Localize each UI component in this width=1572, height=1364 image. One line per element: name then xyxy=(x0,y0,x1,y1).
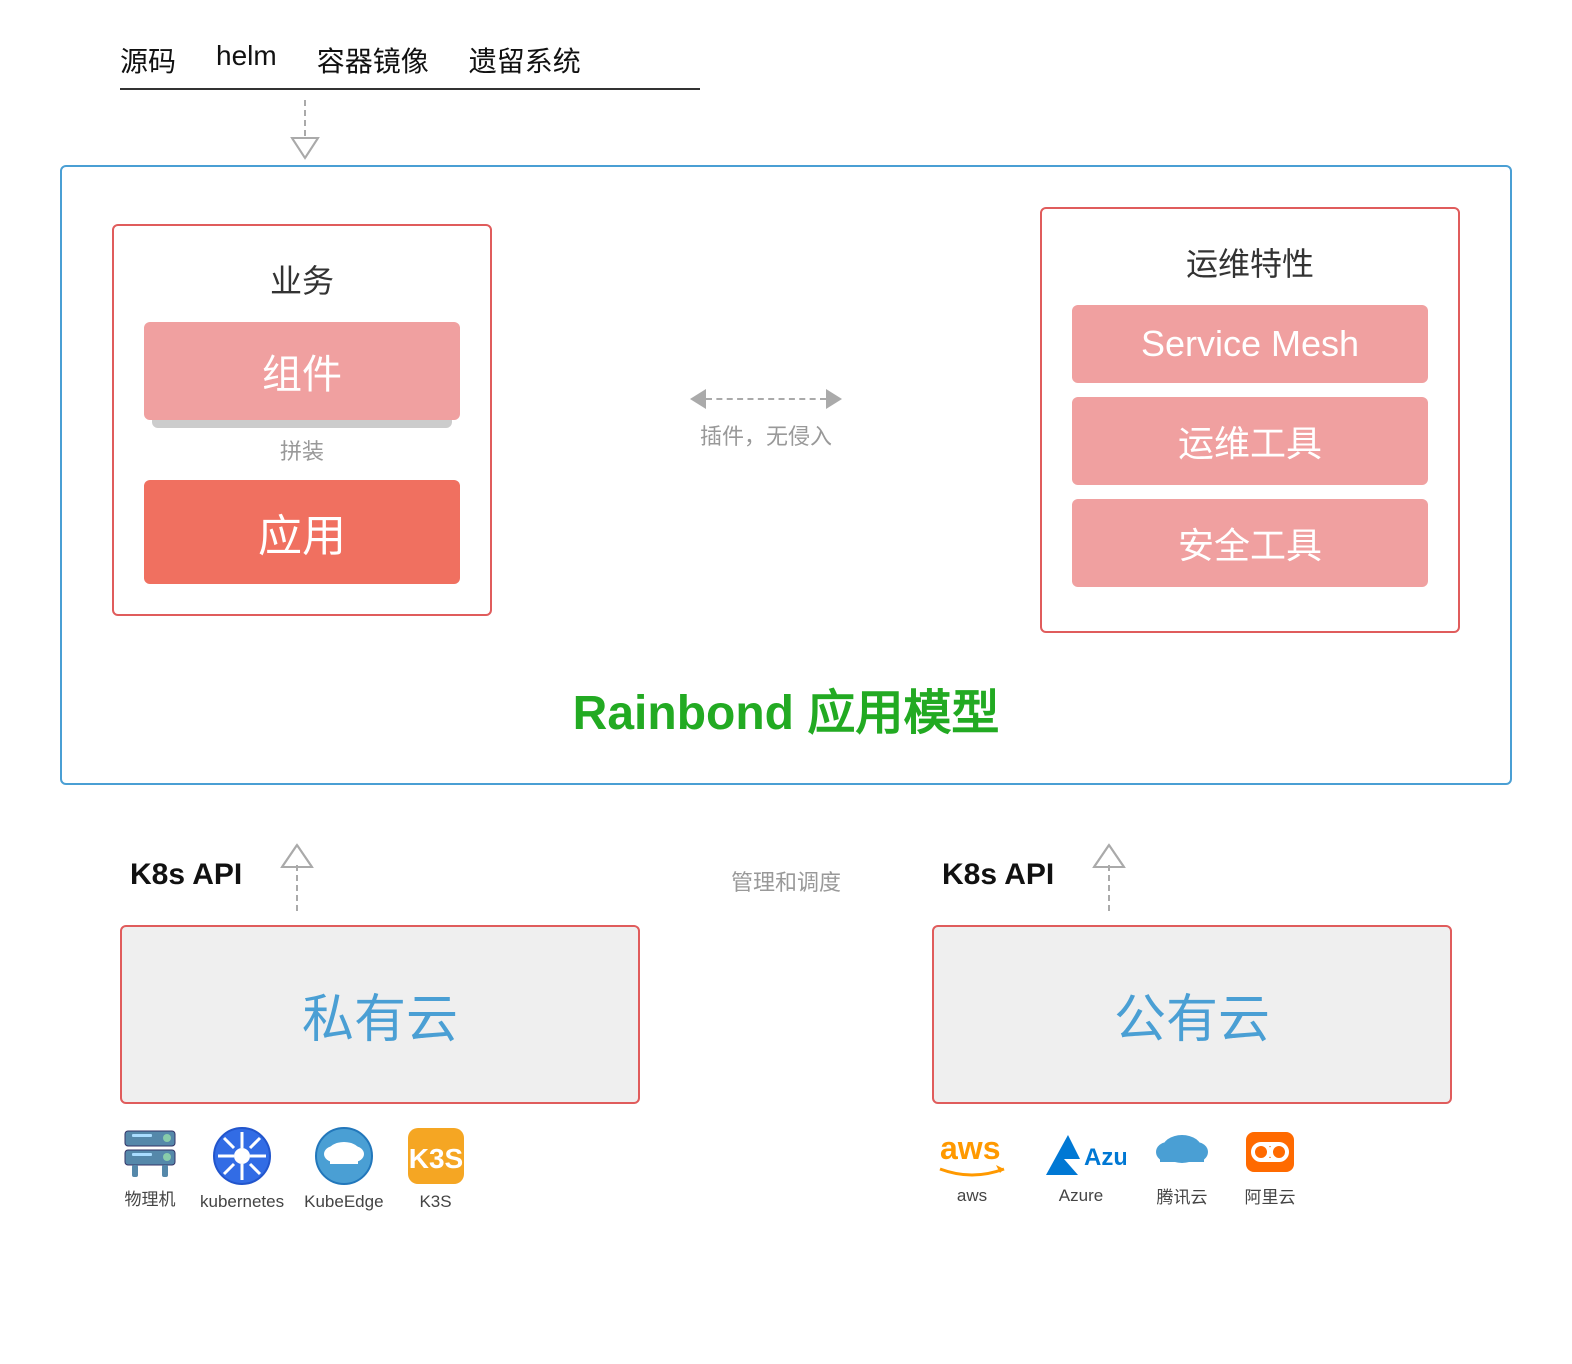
k8s-api-right-row: K8s API xyxy=(902,835,1482,915)
icon-aliyun: 阿里云 xyxy=(1238,1124,1302,1208)
k8s-api-right-label: K8s API xyxy=(942,858,1054,892)
public-cloud-icons: aws aws Azure Azure xyxy=(932,1124,1452,1208)
k8s-api-left-row: K8s API xyxy=(90,835,670,915)
private-cloud-label: 私有云 xyxy=(302,991,458,1049)
bottom-section: K8s API 私有云 xyxy=(60,835,1512,1212)
icon-aws: aws aws xyxy=(932,1127,1012,1206)
source-item-helm: helm xyxy=(216,40,277,80)
public-cloud-column: K8s API 公有云 aws aws xyxy=(902,835,1482,1208)
icon-k3s: K3S K3S xyxy=(404,1124,468,1212)
k8s-api-left-label: K8s API xyxy=(130,858,242,892)
rainbond-title-en: Rainbond xyxy=(573,687,794,740)
private-cloud-icons: 物理机 kubernetes xyxy=(120,1124,640,1212)
server-icon xyxy=(120,1126,180,1181)
aws-label: aws xyxy=(957,1186,987,1206)
icon-kubeedge: KubeEdge xyxy=(304,1124,383,1212)
dashed-up-arrow-left xyxy=(262,835,332,915)
azure-label: Azure xyxy=(1059,1186,1103,1206)
source-item-code: 源码 xyxy=(120,40,176,80)
azure-icon: Azure xyxy=(1036,1127,1126,1182)
rainbond-model-title: Rainbond 应用模型 xyxy=(112,673,1460,743)
private-cloud-column: K8s API 私有云 xyxy=(90,835,670,1212)
ops-security-tools: 安全工具 xyxy=(1072,499,1428,587)
server-label: 物理机 xyxy=(125,1185,176,1210)
ops-service-mesh: Service Mesh xyxy=(1072,305,1428,383)
private-cloud-box: 私有云 xyxy=(120,925,640,1104)
icon-tencent: 腾讯云 xyxy=(1150,1124,1214,1208)
business-title: 业务 xyxy=(144,256,460,302)
rainbond-inner-content: 业务 组件 拼装 应用 插件，无侵入 运维特性 Service Mesh 运维工… xyxy=(112,207,1460,633)
tencent-label: 腾讯云 xyxy=(1157,1183,1208,1208)
source-item-container: 容器镜像 xyxy=(317,40,429,80)
middle-arrow-area: 插件，无侵入 xyxy=(522,389,1010,451)
ops-title: 运维特性 xyxy=(1072,239,1428,285)
k3s-icon: K3S xyxy=(404,1124,468,1188)
icon-azure: Azure Azure xyxy=(1036,1127,1126,1206)
kubeedge-icon xyxy=(312,1124,376,1188)
tencent-icon xyxy=(1150,1124,1214,1179)
svg-text:Azure: Azure xyxy=(1084,1144,1126,1171)
rainbond-model-box: 业务 组件 拼装 应用 插件，无侵入 运维特性 Service Mesh 运维工… xyxy=(60,165,1512,785)
source-item-legacy: 遗留系统 xyxy=(469,40,581,80)
k3s-label: K3S xyxy=(419,1192,451,1212)
plugin-label: 插件，无侵入 xyxy=(700,419,832,451)
icon-kubernetes: kubernetes xyxy=(200,1124,284,1212)
icon-server: 物理机 xyxy=(120,1126,180,1210)
business-box: 业务 组件 拼装 应用 xyxy=(112,224,492,616)
ops-devops-tools: 运维工具 xyxy=(1072,397,1428,485)
app-block: 应用 xyxy=(144,480,460,584)
kubernetes-icon xyxy=(210,1124,274,1188)
aliyun-icon xyxy=(1238,1124,1302,1179)
k8s-label: kubernetes xyxy=(200,1192,284,1212)
ops-box: 运维特性 Service Mesh 运维工具 安全工具 xyxy=(1040,207,1460,633)
dashed-up-arrow-right xyxy=(1074,835,1144,915)
horizontal-arrow xyxy=(690,389,842,409)
dashed-arrow-down xyxy=(270,100,1512,165)
public-cloud-label: 公有云 xyxy=(1114,991,1270,1049)
svg-text:aws: aws xyxy=(940,1130,1000,1166)
public-cloud-box: 公有云 xyxy=(932,925,1452,1104)
rainbond-title-cn: 应用模型 xyxy=(807,687,999,740)
component-block: 组件 xyxy=(144,322,460,420)
aws-icon: aws xyxy=(932,1127,1012,1182)
management-label: 管理和调度 xyxy=(670,835,902,897)
svg-text:K3S: K3S xyxy=(408,1143,462,1174)
assemble-label: 拼装 xyxy=(144,434,460,466)
source-bar: 源码 helm 容器镜像 遗留系统 xyxy=(120,40,700,90)
aliyun-label: 阿里云 xyxy=(1245,1183,1296,1208)
kubeedge-label: KubeEdge xyxy=(304,1192,383,1212)
